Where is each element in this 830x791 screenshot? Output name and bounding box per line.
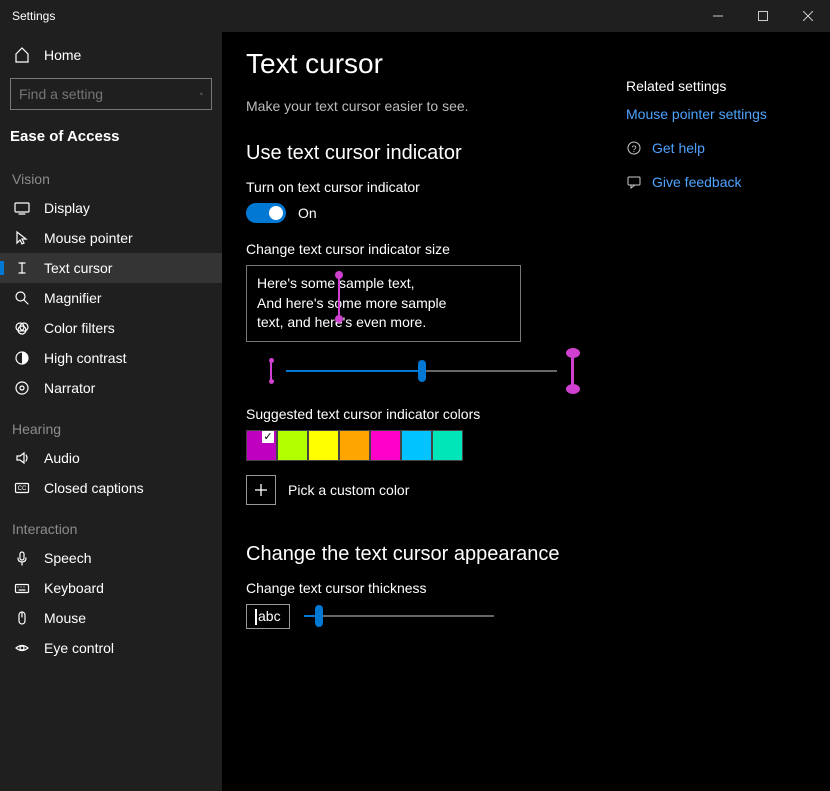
svg-text:CC: CC	[18, 486, 27, 492]
sidebar-item-mouse-pointer[interactable]: Mouse pointer	[0, 223, 222, 253]
sidebar-item-magnifier[interactable]: Magnifier	[0, 283, 222, 313]
group-label: Hearing	[0, 403, 222, 443]
search-icon	[200, 87, 203, 101]
sidebar-item-label: High contrast	[44, 350, 126, 366]
sidebar-item-label: Keyboard	[44, 580, 104, 596]
mouse-pointer-settings-link[interactable]: Mouse pointer settings	[626, 106, 806, 122]
close-button[interactable]	[785, 0, 830, 32]
toggle-state-text: On	[298, 205, 317, 221]
colors-label: Suggested text cursor indicator colors	[246, 406, 598, 422]
group-label: Vision	[0, 153, 222, 193]
feedback-icon	[626, 174, 642, 190]
help-icon: ?	[626, 140, 642, 156]
sidebar-item-high-contrast[interactable]: High contrast	[0, 343, 222, 373]
maximize-button[interactable]	[740, 0, 785, 32]
sidebar-item-label: Text cursor	[44, 260, 112, 276]
cursor-indicator-preview	[338, 275, 340, 319]
size-label: Change text cursor indicator size	[246, 241, 598, 257]
sidebar-item-speech[interactable]: Speech	[0, 543, 222, 573]
color-swatch[interactable]	[277, 430, 308, 461]
cursor-indicator-toggle[interactable]	[246, 203, 286, 223]
thickness-slider[interactable]	[304, 615, 494, 617]
search-input[interactable]	[19, 86, 200, 102]
sidebar-item-label: Eye control	[44, 640, 114, 656]
get-help-link[interactable]: ? Get help	[626, 140, 806, 156]
related-aside: Related settings Mouse pointer settings …	[626, 48, 806, 767]
sample-text-box: Here's some sample text, And here's some…	[246, 265, 521, 342]
search-box[interactable]	[10, 78, 212, 110]
color-swatch[interactable]	[339, 430, 370, 461]
color-swatches	[246, 430, 598, 461]
speech-icon	[14, 550, 30, 566]
color-filters-icon	[14, 320, 30, 336]
sidebar: Home Ease of Access Vision Display Mouse p…	[0, 32, 222, 791]
indicator-size-slider[interactable]	[286, 370, 557, 372]
sidebar-item-closed-captions[interactable]: CC Closed captions	[0, 473, 222, 503]
magnifier-icon	[14, 290, 30, 306]
thickness-preview: abc	[246, 604, 290, 629]
sidebar-item-label: Audio	[44, 450, 80, 466]
sidebar-item-color-filters[interactable]: Color filters	[0, 313, 222, 343]
cursor-thickness-preview-bar	[255, 609, 257, 625]
sidebar-item-label: Color filters	[44, 320, 115, 336]
sidebar-item-label: Speech	[44, 550, 91, 566]
plus-icon	[253, 482, 269, 498]
custom-color-button[interactable]	[246, 475, 276, 505]
section-indicator-heading: Use text cursor indicator	[246, 142, 598, 165]
sidebar-item-display[interactable]: Display	[0, 193, 222, 223]
thickness-label: Change text cursor thickness	[246, 580, 598, 596]
sidebar-item-label: Narrator	[44, 380, 95, 396]
related-settings-title: Related settings	[626, 78, 806, 94]
small-indicator-icon	[270, 361, 272, 381]
thickness-preview-text: abc	[258, 608, 281, 624]
text-cursor-icon	[14, 260, 30, 276]
large-indicator-icon	[571, 354, 574, 388]
color-swatch[interactable]	[401, 430, 432, 461]
sidebar-item-label: Magnifier	[44, 290, 102, 306]
sample-line-3: text, and here's even more.	[257, 313, 510, 333]
sample-line-2: And here's some more sample	[257, 294, 510, 314]
sidebar-item-text-cursor[interactable]: Text cursor	[0, 253, 222, 283]
mouse-pointer-icon	[14, 230, 30, 246]
sidebar-item-eye-control[interactable]: Eye control	[0, 633, 222, 663]
home-nav[interactable]: Home	[0, 40, 222, 70]
titlebar: Settings	[0, 0, 830, 32]
toggle-label: Turn on text cursor indicator	[246, 179, 598, 195]
keyboard-icon	[14, 580, 30, 596]
color-swatch[interactable]	[370, 430, 401, 461]
color-swatch[interactable]	[308, 430, 339, 461]
sidebar-item-label: Mouse pointer	[44, 230, 133, 246]
page-subtitle: Make your text cursor easier to see.	[246, 98, 598, 114]
color-swatch[interactable]	[246, 430, 277, 461]
eye-control-icon	[14, 640, 30, 656]
color-swatch[interactable]	[432, 430, 463, 461]
minimize-button[interactable]	[695, 0, 740, 32]
high-contrast-icon	[14, 350, 30, 366]
sample-line-1: Here's some sample text,	[257, 274, 510, 294]
sidebar-item-narrator[interactable]: Narrator	[0, 373, 222, 403]
sidebar-item-label: Closed captions	[44, 480, 144, 496]
content-area: Text cursor Make your text cursor easier…	[246, 48, 598, 767]
display-icon	[14, 200, 30, 216]
sidebar-item-mouse[interactable]: Mouse	[0, 603, 222, 633]
section-title: Ease of Access	[0, 120, 222, 153]
sidebar-item-label: Mouse	[44, 610, 86, 626]
window-title: Settings	[12, 9, 55, 23]
home-label: Home	[44, 47, 81, 63]
group-label: Interaction	[0, 503, 222, 543]
give-feedback-link[interactable]: Give feedback	[626, 174, 806, 190]
home-icon	[14, 47, 30, 63]
custom-color-label: Pick a custom color	[288, 482, 409, 498]
mouse-icon	[14, 610, 30, 626]
audio-icon	[14, 450, 30, 466]
section-appearance-heading: Change the text cursor appearance	[246, 543, 598, 566]
closed-captions-icon: CC	[14, 480, 30, 496]
page-title: Text cursor	[246, 48, 598, 80]
sidebar-item-keyboard[interactable]: Keyboard	[0, 573, 222, 603]
svg-text:?: ?	[631, 144, 636, 154]
sidebar-item-label: Display	[44, 200, 90, 216]
sidebar-item-audio[interactable]: Audio	[0, 443, 222, 473]
narrator-icon	[14, 380, 30, 396]
